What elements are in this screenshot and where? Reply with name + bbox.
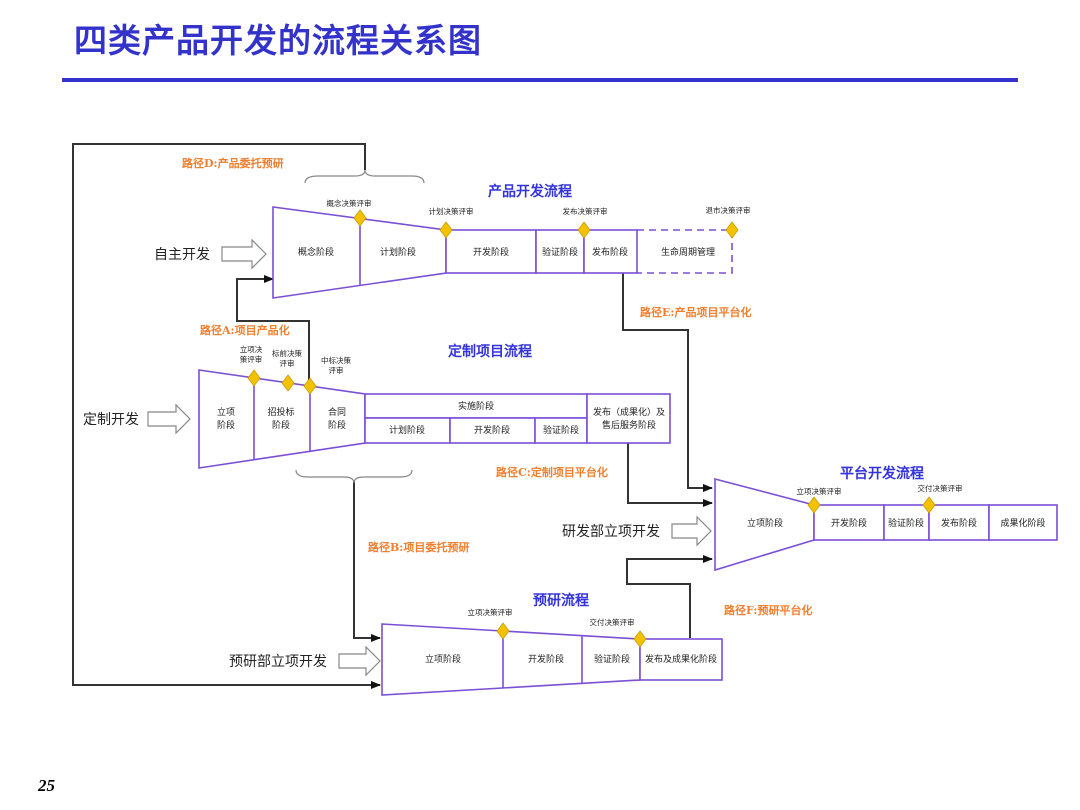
custom-stage-label: 阶段 [272,419,290,431]
product-stage-label: 概念阶段 [298,246,334,258]
platform-stage-label: 开发阶段 [831,517,867,529]
entry-label-platform: 研发部立项开发 [562,524,660,540]
gate-label: 策评审 [240,354,263,364]
page-number: 25 [38,776,55,795]
platform-stage-label: 成果化阶段 [1000,517,1045,529]
gate-label: 标前决策 [272,348,302,358]
path-label-f: 路径F:预研平台化 [724,603,812,617]
custom-release-label: 售后服务阶段 [602,419,656,431]
path-label-b: 路径B:项目委托预研 [368,540,469,554]
hollow-arrow-icon [338,645,381,677]
gate-diamond [725,221,739,239]
research-stage-label: 验证阶段 [594,653,630,665]
hollow-arrow-icon [147,403,191,435]
gate-label: 评审 [280,358,295,368]
research-stage-label: 开发阶段 [528,653,564,665]
custom-impl-label: 实施阶段 [458,400,494,412]
path-c-connector [627,443,713,507]
path-label-c: 路径C:定制项目平台化 [496,465,608,479]
process-diagram: 产品开发流程 概念阶段 计划阶段 开发阶段 验证阶段 发布阶段 生命周期管理 概… [72,143,1058,696]
product-stage-label: 生命周期管理 [661,246,715,258]
product-stage-label: 验证阶段 [542,246,578,258]
custom-substage-label: 计划阶段 [389,424,425,436]
gate-label: 退市决策评审 [706,205,751,215]
research-stage-label: 立项阶段 [425,653,461,665]
gate-label: 立项决策评审 [797,486,842,496]
platform-flow-title: 平台开发流程 [840,465,924,482]
path-label-a: 路径A:项目产品化 [200,323,290,337]
gate-label: 计划决策评审 [429,206,474,216]
custom-release-label: 发布（成果化）及 [593,406,665,418]
path-f-connector [626,555,713,638]
custom-flow [198,369,671,469]
custom-substage-label: 开发阶段 [474,424,510,436]
platform-stage-label: 发布阶段 [941,517,977,529]
custom-stage-release [586,393,671,444]
gate-label: 交付决策评审 [918,483,963,493]
custom-funnel [198,369,366,469]
gate-label: 评审 [329,365,344,375]
custom-stage-label: 阶段 [328,419,346,431]
research-stage-label: 发布及成果化阶段 [645,653,717,665]
entry-label-product: 自主开发 [154,247,210,263]
custom-flow-title: 定制项目流程 [448,343,532,360]
custom-stage-label: 合同 [328,406,346,418]
gate-label: 概念决策评审 [327,198,372,208]
path-label-e: 路径E:产品项目平台化 [640,305,751,319]
gate-label: 发布决策评审 [563,206,608,216]
hollow-arrow-icon [221,238,267,270]
product-stage-label: 发布阶段 [592,246,628,258]
product-stage-label: 计划阶段 [380,246,416,258]
hollow-arrow-icon [671,515,712,547]
custom-stage-label: 阶段 [217,419,235,431]
entry-label-research: 预研部立项开发 [229,654,327,670]
gate-label: 立项决策评审 [468,607,513,617]
product-flow-title: 产品开发流程 [488,183,572,200]
gate-label: 交付决策评审 [590,617,635,627]
platform-stage-label: 立项阶段 [747,517,783,529]
custom-stage-label: 立项 [217,406,235,418]
custom-stage-label: 招投标 [267,406,294,418]
product-stage-label: 开发阶段 [473,246,509,258]
research-flow-title: 预研流程 [533,592,589,609]
path-b-connector [353,480,381,642]
path-label-d: 路径D:产品委托预研 [182,156,284,170]
entry-label-custom: 定制开发 [83,412,139,428]
custom-substage-label: 验证阶段 [543,424,579,436]
brace-product-early [304,169,425,184]
brace-custom-early [295,469,413,484]
gate-label: 中标决策 [321,355,351,365]
platform-stage-label: 验证阶段 [888,517,924,529]
gate-label: 立项决 [240,344,263,354]
